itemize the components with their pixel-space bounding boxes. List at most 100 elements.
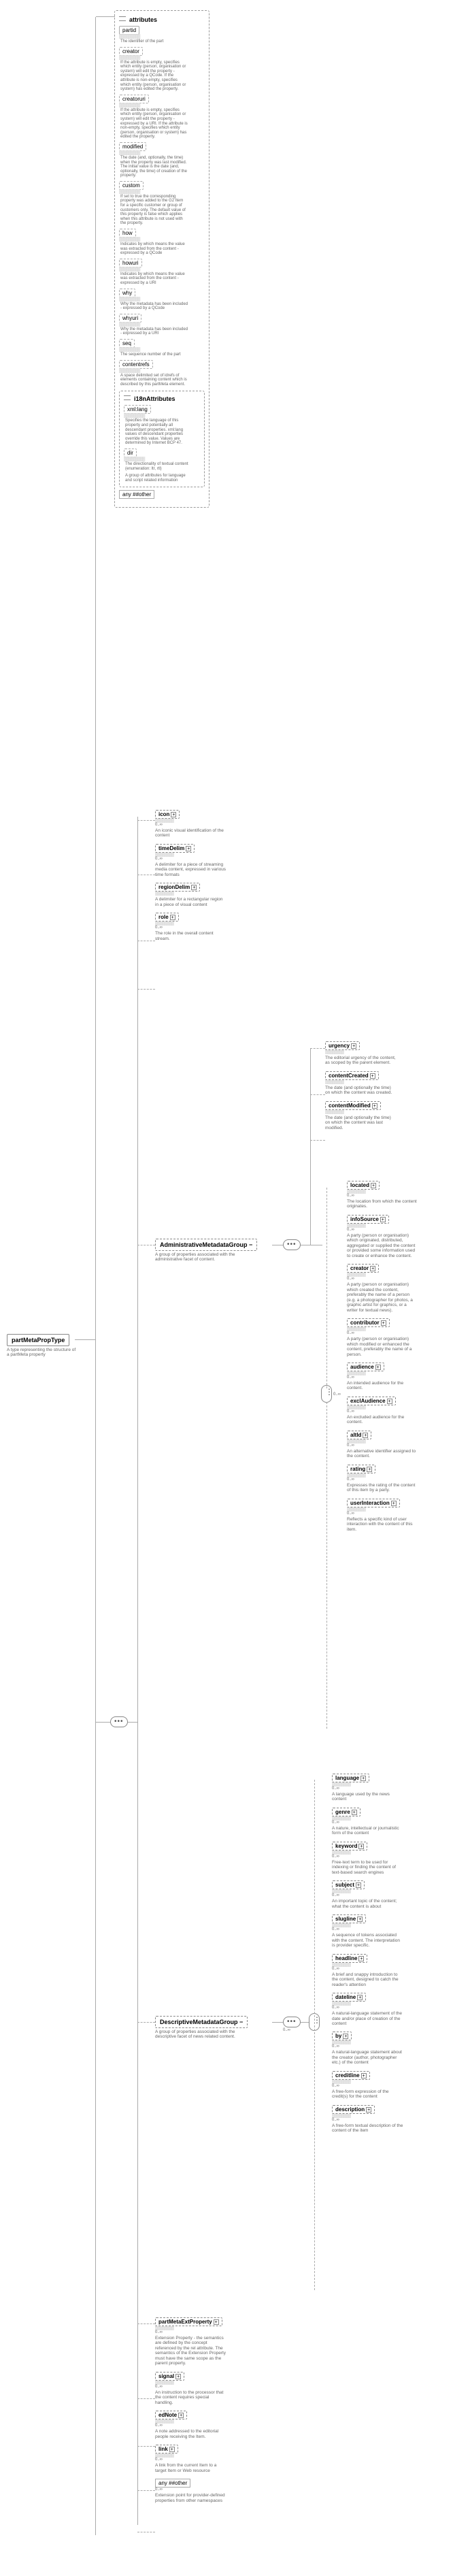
expand-icon[interactable]: + <box>370 1073 375 1079</box>
element-box: creator+ <box>347 1264 379 1273</box>
expand-icon[interactable]: − <box>239 2019 243 2025</box>
element-item: signal+▓▓▓▓▓▓▓▓0..∞An instruction to the… <box>155 2372 278 2405</box>
expand-icon[interactable]: + <box>391 1501 397 1506</box>
admin-items-top: urgency+▓▓▓▓▓▓▓▓The editorial urgency of… <box>325 1041 431 1136</box>
cardinality: 0..∞ <box>283 2028 290 2032</box>
element-desc: A party (person or organisation) which m… <box>347 1337 418 1357</box>
element-item: infoSource+▓▓▓▓▓▓▓▓0..∞A party (person o… <box>347 1215 459 1258</box>
expand-icon[interactable]: + <box>387 1399 392 1404</box>
element-box: regionDelim+ <box>155 883 200 892</box>
cardinality: 0..∞ <box>155 926 264 930</box>
desc-group-desc: A group of properties associated with th… <box>155 2029 250 2040</box>
wire <box>95 17 96 2535</box>
sequence-node <box>110 1716 128 1727</box>
element-desc: A delimiter for a piece of streaming med… <box>155 862 226 877</box>
expand-icon[interactable]: + <box>357 1917 363 1922</box>
expand-icon[interactable]: + <box>361 2073 367 2078</box>
expand-icon[interactable]: + <box>170 915 175 920</box>
expand-icon[interactable]: + <box>358 1956 364 1961</box>
expand-icon[interactable]: + <box>370 1266 375 1271</box>
element-desc: A sequence of tokens associated with the… <box>332 1933 403 1948</box>
bottom-any: any ##other 0..∞ Extension point for pro… <box>155 2479 278 2503</box>
element-box: exclAudience+ <box>347 1397 396 1405</box>
expand-icon[interactable]: + <box>372 1103 377 1109</box>
desc-group-box: DescriptiveMetadataGroup − <box>155 2016 248 2028</box>
admin-top-list: urgency+▓▓▓▓▓▓▓▓The editorial urgency of… <box>325 1041 431 1130</box>
desc-items: language+▓▓▓▓▓▓▓▓0..∞A language used by … <box>332 1774 451 2139</box>
attribute-name: creator <box>119 47 143 56</box>
bottom-any-label: any ##other <box>155 2479 190 2488</box>
expand-icon[interactable]: + <box>371 1183 376 1188</box>
element-box: dateline+ <box>332 1993 366 2002</box>
admin-group-box: AdministrativeMetadataGroup − <box>155 1239 257 1251</box>
cardinality: 0..∞ <box>347 1512 459 1516</box>
attribute-desc: Indicates by which means the value was e… <box>120 242 188 256</box>
any-attribute: any ##other <box>119 490 205 499</box>
element-item: keyword+▓▓▓▓▓▓▓▓0..∞Free-text term to be… <box>332 1842 451 1875</box>
wire <box>128 1722 137 1723</box>
expand-icon[interactable]: + <box>381 1320 386 1326</box>
element-box: contentModified+ <box>325 1101 381 1110</box>
element-box: keyword+ <box>332 1842 367 1851</box>
expand-icon[interactable]: + <box>351 1043 356 1049</box>
expand-icon[interactable]: + <box>366 2107 371 2113</box>
expand-icon[interactable]: + <box>380 1217 386 1222</box>
element-box: signal+ <box>155 2372 184 2381</box>
cardinality: 0..∞ <box>155 2330 278 2334</box>
expand-icon[interactable]: + <box>360 1776 366 1781</box>
expand-icon[interactable]: − <box>249 1241 252 1248</box>
content-elements: icon+▓▓▓▓▓▓▓▓0..∞An iconic visual identi… <box>155 810 264 947</box>
attribute-desc: Why the metadata has been included - exp… <box>120 302 188 311</box>
attribute-desc: Why the metadata has been included - exp… <box>120 327 188 336</box>
expand-icon[interactable]: + <box>356 1882 361 1888</box>
expand-icon[interactable]: + <box>375 1365 381 1370</box>
expand-icon[interactable]: + <box>171 812 176 817</box>
bottom-any-desc: Extension point for provider-defined pro… <box>155 2493 226 2503</box>
attribute-desc: If the attribute is empty, specifies whi… <box>120 108 188 140</box>
element-desc: A natural-language statement about the c… <box>332 2050 403 2065</box>
element-box: icon+ <box>155 810 180 819</box>
element-item: urgency+▓▓▓▓▓▓▓▓The editorial urgency of… <box>325 1041 431 1066</box>
group-icon <box>119 16 127 23</box>
expand-icon[interactable]: + <box>214 2319 219 2325</box>
element-desc: An instruction to the processor that the… <box>155 2390 226 2405</box>
element-desc: A party (person or organisation) which o… <box>347 1233 418 1258</box>
expand-icon[interactable]: + <box>343 2034 348 2039</box>
any-attribute-label: any ##other <box>119 490 154 499</box>
attribute-item: creator▓▓▓▓▓▓▓▓▓If the attribute is empt… <box>119 47 205 92</box>
cardinality: 0..∞ <box>332 1927 451 1931</box>
expand-icon[interactable]: + <box>358 1844 364 1849</box>
element-item: by+▓▓▓▓▓▓▓▓0..∞A natural-language statem… <box>332 2032 451 2065</box>
cardinality: 0..∞ <box>347 1331 459 1335</box>
attribute-desc: If set to true the corresponding propert… <box>120 195 188 226</box>
element-desc: An important topic of the content; what … <box>332 1899 403 1909</box>
expand-icon[interactable]: + <box>178 2413 184 2418</box>
element-desc: A delimiter for a rectangular region in … <box>155 897 226 907</box>
element-box: audience+ <box>347 1363 384 1371</box>
expand-icon[interactable]: + <box>367 1467 372 1472</box>
expand-icon[interactable]: + <box>352 1810 357 1815</box>
expand-icon[interactable]: + <box>186 846 191 851</box>
attribute-item: creatoruri▓▓▓▓▓▓▓▓▓If the attribute is e… <box>119 95 205 140</box>
wire <box>310 1048 311 1245</box>
element-box: headline+ <box>332 1954 367 1963</box>
bottom-elements: partMetaExtProperty+▓▓▓▓▓▓▓▓0..∞Extensio… <box>155 2317 278 2509</box>
wire <box>314 1780 315 2290</box>
expand-icon[interactable]: + <box>169 2447 175 2452</box>
cardinality: 0..∞ <box>332 1821 451 1825</box>
cardinality: 0..∞ <box>155 823 264 827</box>
attribute-name: modified <box>119 142 146 151</box>
attribute-item: modified▓▓▓▓▓▓▓▓▓The date (and, optional… <box>119 142 205 178</box>
expand-icon[interactable]: + <box>175 2374 181 2379</box>
element-item: partMetaExtProperty+▓▓▓▓▓▓▓▓0..∞Extensio… <box>155 2317 278 2366</box>
expand-icon[interactable]: + <box>191 885 197 890</box>
expand-icon[interactable]: + <box>357 1995 363 2000</box>
element-desc: A free-form expression of the credit(s) … <box>332 2089 403 2100</box>
expand-icon[interactable]: + <box>363 1433 368 1438</box>
element-item: description+▓▓▓▓▓▓▓▓0..∞A free-form text… <box>332 2105 451 2134</box>
attribute-item: howuri▓▓▓▓▓▓▓▓▓Indicates by which means … <box>119 259 205 286</box>
sequence-node <box>283 1239 301 1250</box>
bottom-element-list: partMetaExtProperty+▓▓▓▓▓▓▓▓0..∞Extensio… <box>155 2317 278 2473</box>
wire <box>137 2490 155 2491</box>
admin-group-desc: A group of properties associated with th… <box>155 1252 250 1262</box>
